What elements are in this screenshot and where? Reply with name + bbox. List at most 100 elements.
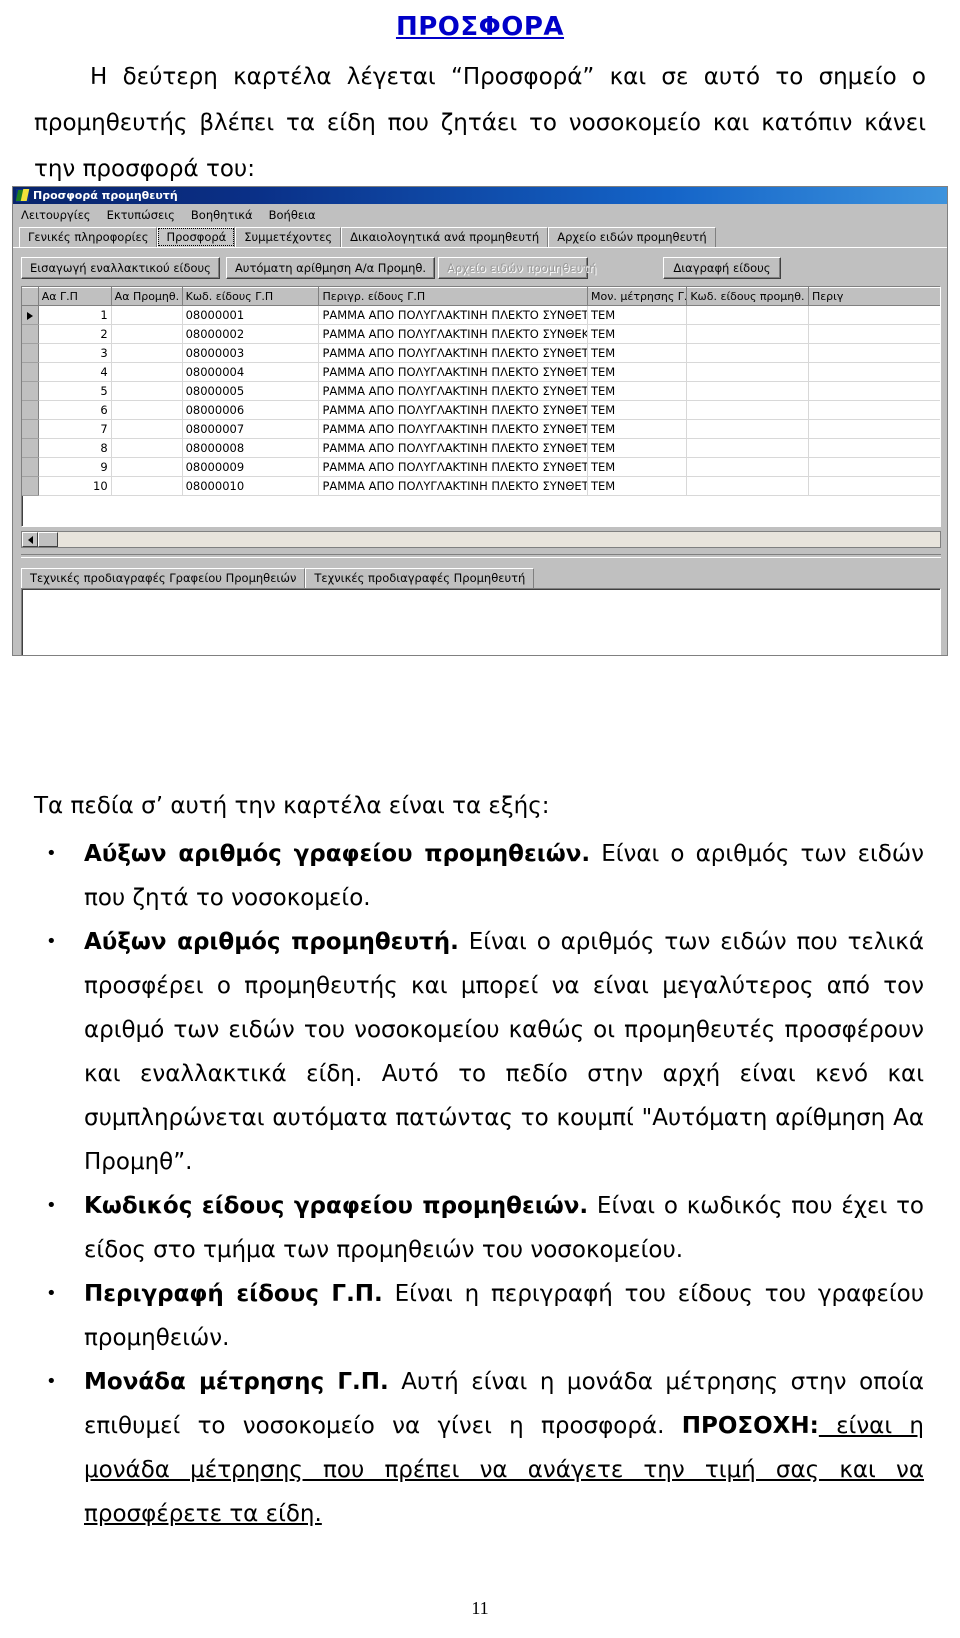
cell-kodikos-promitheuti[interactable] [686,343,809,363]
supplier-items-archive-button[interactable]: Αρχείο ειδών προμηθευτή [438,257,596,279]
cell-kodikos-gp[interactable]: 08000007 [182,419,320,439]
tab-genikes-plirofories[interactable]: Γενικές πληροφορίες [19,227,158,247]
cell-kodikos-gp[interactable]: 08000005 [182,381,320,401]
grid-col-perigrafi-eidous-gp[interactable]: Περιγρ. είδους Γ.Π [318,287,589,306]
tab-symmetexontes[interactable]: Συμμετέχοντες [235,227,342,247]
insert-alternative-item-button[interactable]: Εισαγωγή εναλλακτικού είδους [21,257,220,279]
cell-aa-gp[interactable]: 7 [38,419,112,439]
cell-perigrafi-promitheuti[interactable] [808,457,940,477]
cell-monada-gp[interactable]: ΤΕΜ [587,324,688,344]
cell-aa-promitheuti[interactable] [111,362,183,382]
tab-texnikes-prodiagrafes-grafeiou[interactable]: Τεχνικές προδιαγραφές Γραφείου Προμηθειώ… [21,568,306,588]
auto-number-button[interactable]: Αυτόματη αρίθμηση Α/α Προμηθ. [225,257,436,279]
table-row[interactable]: 9 08000009 ΡΑΜΜΑ ΑΠΟ ΠΟΛΥΓΛΑΚΤΙΝΗ ΠΛΕΚΤΟ Σ… [22,457,940,477]
cell-monada-gp[interactable]: ΤΕΜ [587,438,688,458]
cell-perigrafi-gp[interactable]: ΡΑΜΜΑ ΑΠΟ ΠΟΛΥΓΛΑΚΤΙΝΗ ΠΛΕΚΤΟ ΣΥΝΘΕΤΙΚΟ … [318,362,589,382]
cell-perigrafi-gp[interactable]: ΡΑΜΜΑ ΑΠΟ ΠΟΛΥΓΛΑΚΤΙΝΗ ΠΛΕΚΤΟ ΣΥΝΘΕΚΤΙΚΟ… [318,324,589,344]
cell-perigrafi-gp[interactable]: ΡΑΜΜΑ ΑΠΟ ΠΟΛΥΓΛΑΚΤΙΝΗ ΠΛΕΚΤΟ ΣΥΝΘΕΤΙΚΟ … [318,419,589,439]
cell-kodikos-gp[interactable]: 08000002 [182,324,320,344]
table-row[interactable]: 5 08000005 ΡΑΜΜΑ ΑΠΟ ΠΟΛΥΓΛΑΚΤΙΝΗ ΠΛΕΚΤΟ Σ… [22,381,940,401]
table-row[interactable]: 2 08000002 ΡΑΜΜΑ ΑΠΟ ΠΟΛΥΓΛΑΚΤΙΝΗ ΠΛΕΚΤΟ Σ… [22,324,940,344]
tab-arxeio-eidwn-promitheuti[interactable]: Αρχείο ειδών προμηθευτή [548,227,716,247]
cell-perigrafi-promitheuti[interactable] [808,400,940,420]
cell-perigrafi-gp[interactable]: ΡΑΜΜΑ ΑΠΟ ΠΟΛΥΓΛΑΚΤΙΝΗ ΠΛΕΚΤΟ ΣΥΝΘΕΤΙΚΟ … [318,438,589,458]
table-row[interactable]: 10 08000010 ΡΑΜΜΑ ΑΠΟ ΠΟΛΥΓΛΑΚΤΙΝΗ ΠΛΕΚΤΟ … [22,476,940,496]
cell-monada-gp[interactable]: ΤΕΜ [587,419,688,439]
row-selector[interactable] [22,343,39,363]
delete-item-button[interactable]: Διαγραφή είδους [663,257,781,279]
grid-horizontal-scrollbar[interactable] [21,531,941,548]
cell-kodikos-promitheuti[interactable] [686,305,809,325]
cell-perigrafi-gp[interactable]: ΡΑΜΜΑ ΑΠΟ ΠΟΛΥΓΛΑΚΤΙΝΗ ΠΛΕΚΤΟ ΣΥΝΘΕΤΙΚΟ … [318,476,589,496]
row-selector[interactable] [22,476,39,496]
cell-kodikos-promitheuti[interactable] [686,419,809,439]
cell-kodikos-gp[interactable]: 08000006 [182,400,320,420]
tab-prosfora[interactable]: Προσφορά [157,227,236,247]
row-selector[interactable] [22,381,39,401]
items-grid-container[interactable]: Αα Γ.Π Αα Προμηθ. Κωδ. είδους Γ.Π Περιγρ… [21,286,941,527]
cell-aa-gp[interactable]: 4 [38,362,112,382]
row-selector-current-icon[interactable] [22,305,39,325]
row-selector[interactable] [22,457,39,477]
cell-perigrafi-promitheuti[interactable] [808,305,940,325]
cell-perigrafi-gp[interactable]: ΡΑΜΜΑ ΑΠΟ ΠΟΛΥΓΛΑΚΤΙΝΗ ΠΛΕΚΤΟ ΣΥΝΘΕΤΙΚΟ … [318,305,589,325]
cell-aa-gp[interactable]: 6 [38,400,112,420]
cell-kodikos-gp[interactable]: 08000009 [182,457,320,477]
cell-monada-gp[interactable]: ΤΕΜ [587,381,688,401]
scrollbar-thumb[interactable] [38,532,58,547]
tab-dikaiologitika-ana-promitheuti[interactable]: Δικαιολογητικά ανά προμηθευτή [341,227,549,247]
cell-perigrafi-promitheuti[interactable] [808,438,940,458]
cell-monada-gp[interactable]: ΤΕΜ [587,343,688,363]
menu-item-bohtheia[interactable]: Βοήθεια [269,208,316,222]
grid-col-aa-gp[interactable]: Αα Γ.Π [38,287,112,306]
cell-aa-promitheuti[interactable] [111,419,183,439]
row-selector[interactable] [22,438,39,458]
cell-monada-gp[interactable]: ΤΕΜ [587,400,688,420]
cell-perigrafi-gp[interactable]: ΡΑΜΜΑ ΑΠΟ ΠΟΛΥΓΛΑΚΤΙΝΗ ΠΛΕΚΤΟ ΣΥΝΘΕΤΙΚΟ … [318,457,589,477]
row-selector[interactable] [22,400,39,420]
cell-aa-promitheuti[interactable] [111,305,183,325]
scroll-left-arrow-icon[interactable] [22,532,38,547]
cell-kodikos-promitheuti[interactable] [686,400,809,420]
menu-item-leitourgies[interactable]: Λειτουργίες [21,208,91,222]
grid-col-perigrafi-promitheuti[interactable]: Περιγ [808,287,940,306]
menu-item-ektypwseis[interactable]: Εκτυπώσεις [107,208,175,222]
table-row[interactable]: 4 08000004 ΡΑΜΜΑ ΑΠΟ ΠΟΛΥΓΛΑΚΤΙΝΗ ΠΛΕΚΤΟ Σ… [22,362,940,382]
cell-kodikos-gp[interactable]: 08000008 [182,438,320,458]
cell-aa-promitheuti[interactable] [111,457,183,477]
cell-kodikos-promitheuti[interactable] [686,457,809,477]
row-selector[interactable] [22,362,39,382]
cell-kodikos-promitheuti[interactable] [686,362,809,382]
grid-col-aa-promitheuti[interactable]: Αα Προμηθ. [111,287,183,306]
table-row[interactable]: 1 08000001 ΡΑΜΜΑ ΑΠΟ ΠΟΛΥΓΛΑΚΤΙΝΗ ΠΛΕΚΤΟ Σ… [22,305,940,325]
table-row[interactable]: 7 08000007 ΡΑΜΜΑ ΑΠΟ ΠΟΛΥΓΛΑΚΤΙΝΗ ΠΛΕΚΤΟ Σ… [22,419,940,439]
cell-aa-promitheuti[interactable] [111,324,183,344]
cell-aa-promitheuti[interactable] [111,381,183,401]
cell-kodikos-gp[interactable]: 08000004 [182,362,320,382]
cell-aa-gp[interactable]: 3 [38,343,112,363]
cell-aa-gp[interactable]: 8 [38,438,112,458]
tab-texnikes-prodiagrafes-promitheuti[interactable]: Τεχνικές προδιαγραφές Προμηθευτή [305,568,535,588]
technical-specs-panel[interactable] [21,588,941,655]
cell-aa-promitheuti[interactable] [111,400,183,420]
cell-aa-gp[interactable]: 2 [38,324,112,344]
cell-kodikos-promitheuti[interactable] [686,324,809,344]
cell-perigrafi-gp[interactable]: ΡΑΜΜΑ ΑΠΟ ΠΟΛΥΓΛΑΚΤΙΝΗ ΠΛΕΚΤΟ ΣΥΝΘΕΤΙΚΟ … [318,381,589,401]
grid-col-kodikos-eidous-gp[interactable]: Κωδ. είδους Γ.Π [182,287,320,306]
cell-kodikos-gp[interactable]: 08000003 [182,343,320,363]
cell-perigrafi-gp[interactable]: ΡΑΜΜΑ ΑΠΟ ΠΟΛΥΓΛΑΚΤΙΝΗ ΠΛΕΚΤΟ ΣΥΝΘΕΤΙΚΟ … [318,343,589,363]
table-row[interactable]: 8 08000008 ΡΑΜΜΑ ΑΠΟ ΠΟΛΥΓΛΑΚΤΙΝΗ ΠΛΕΚΤΟ Σ… [22,438,940,458]
cell-kodikos-promitheuti[interactable] [686,381,809,401]
cell-perigrafi-promitheuti[interactable] [808,362,940,382]
cell-perigrafi-promitheuti[interactable] [808,343,940,363]
cell-perigrafi-promitheuti[interactable] [808,419,940,439]
cell-kodikos-promitheuti[interactable] [686,438,809,458]
cell-monada-gp[interactable]: ΤΕΜ [587,457,688,477]
grid-col-kodikos-eidous-promitheuti[interactable]: Κωδ. είδους προμηθ. [686,287,809,306]
grid-col-monada-metrisis-gp[interactable]: Μον. μέτρησης Γ.Π [587,287,688,306]
menu-item-bohthhtika[interactable]: Βοηθητικά [191,208,253,222]
table-row[interactable]: 3 08000003 ΡΑΜΜΑ ΑΠΟ ΠΟΛΥΓΛΑΚΤΙΝΗ ΠΛΕΚΤΟ Σ… [22,343,940,363]
cell-perigrafi-promitheuti[interactable] [808,381,940,401]
table-row[interactable]: 6 08000006 ΡΑΜΜΑ ΑΠΟ ΠΟΛΥΓΛΑΚΤΙΝΗ ΠΛΕΚΤΟ Σ… [22,400,940,420]
cell-aa-gp[interactable]: 9 [38,457,112,477]
